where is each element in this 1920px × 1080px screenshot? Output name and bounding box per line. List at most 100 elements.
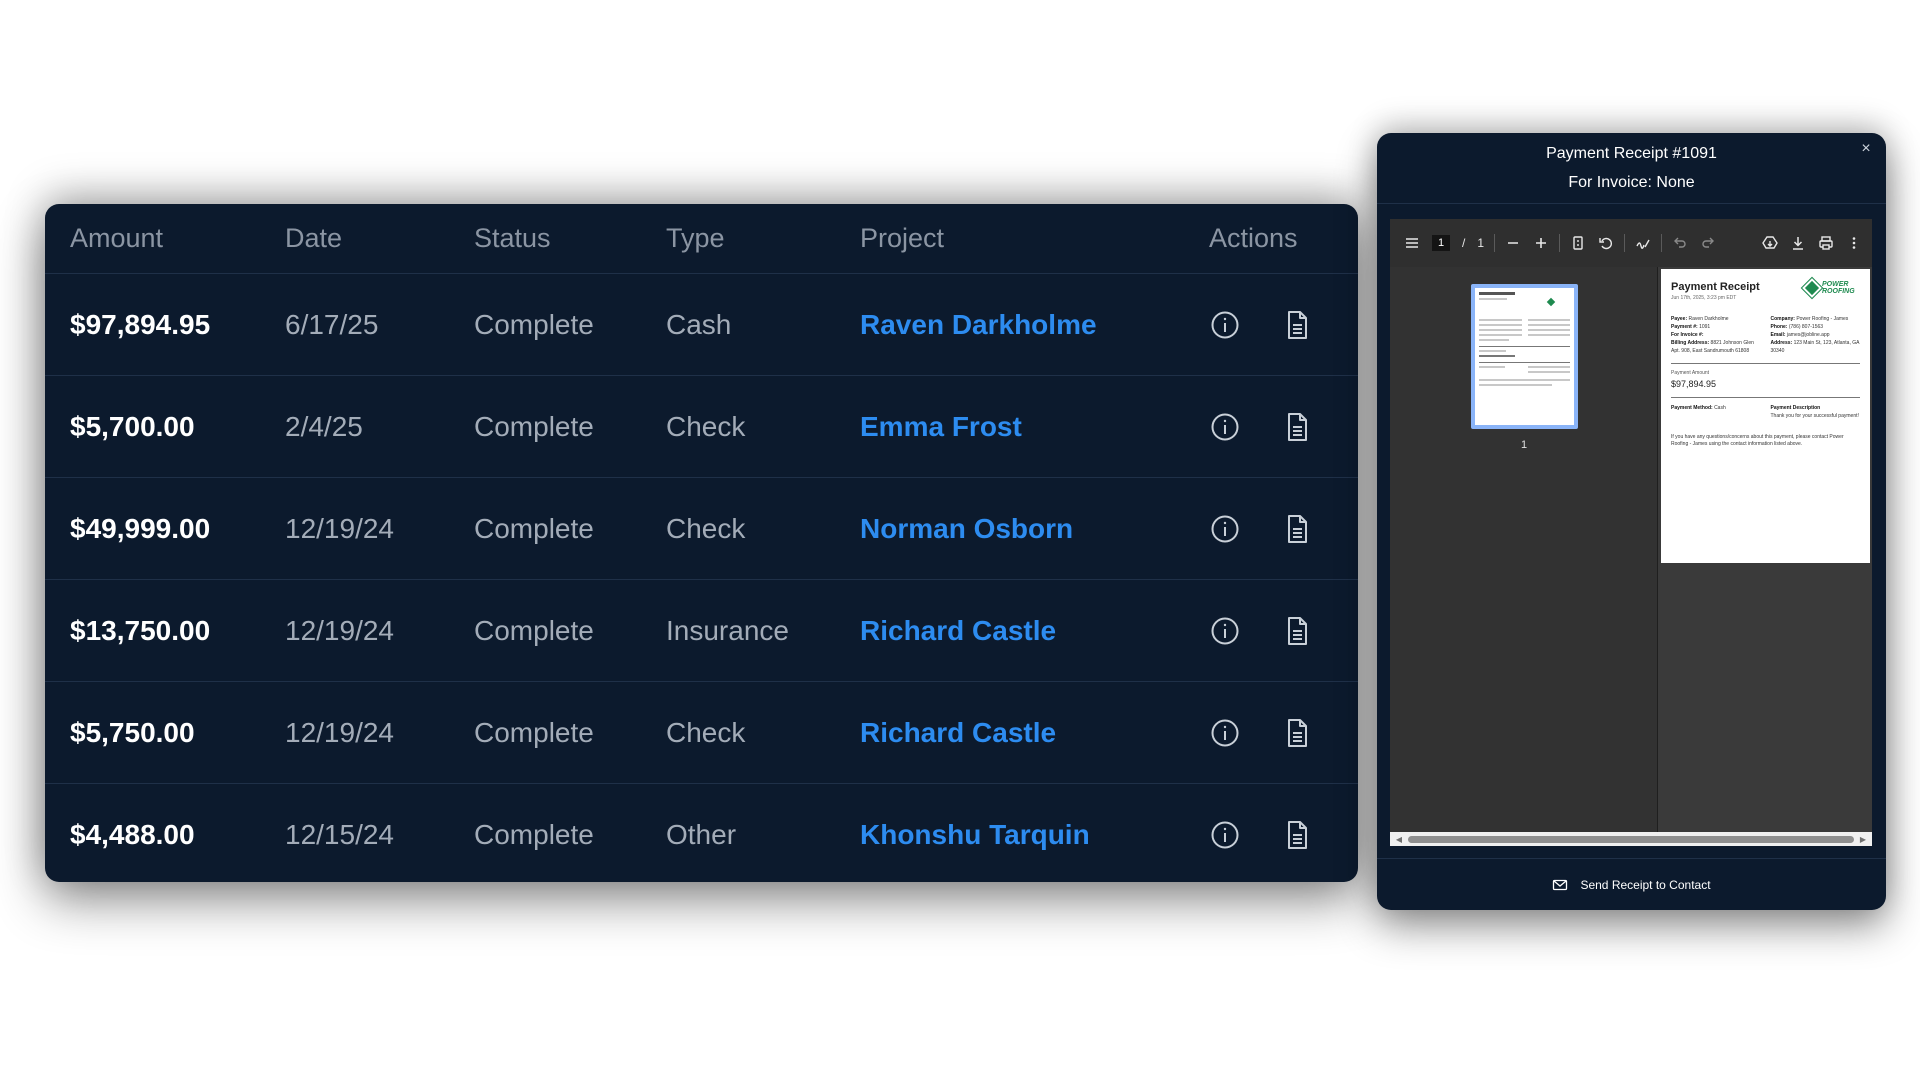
document-icon[interactable]	[1281, 411, 1313, 443]
header-type[interactable]: Type	[641, 223, 835, 254]
amount-cell: $13,750.00	[70, 614, 211, 646]
divider	[1671, 363, 1860, 364]
document-icon[interactable]	[1281, 309, 1313, 341]
email-value: james@jobline.app	[1786, 332, 1830, 338]
modal-subtitle: For Invoice: None	[1568, 173, 1695, 191]
horizontal-scrollbar[interactable]: ◀ ▶	[1390, 832, 1872, 846]
document-icon[interactable]	[1281, 819, 1313, 851]
logo-text: POWER ROOFING	[1822, 281, 1855, 295]
scrollbar-thumb[interactable]	[1408, 835, 1854, 843]
phone-value: (786) 807-1563	[1788, 324, 1824, 330]
info-icon[interactable]	[1209, 513, 1241, 545]
fit-page-icon[interactable]	[1570, 235, 1586, 251]
send-receipt-button[interactable]: Send Receipt to Contact	[1377, 858, 1886, 910]
header-status[interactable]: Status	[449, 223, 641, 254]
table-row: $49,999.00 12/19/24 Complete Check Norman Os…	[45, 478, 1358, 580]
send-receipt-label: Send Receipt to Contact	[1580, 877, 1711, 892]
print-icon[interactable]	[1818, 235, 1834, 251]
receipt-page: Payment Receipt Jun 17th, 2025, 3:23 pm …	[1661, 269, 1870, 563]
menu-icon[interactable]	[1404, 235, 1420, 251]
row-actions	[1150, 717, 1358, 749]
document-pane: Payment Receipt Jun 17th, 2025, 3:23 pm …	[1658, 267, 1872, 832]
amount-cell: $5,700.00	[70, 410, 195, 442]
type-cell: Other	[666, 819, 737, 850]
amount-cell: $97,894.95	[70, 308, 211, 340]
project-link[interactable]: Richard Castle	[835, 717, 1150, 749]
email-label: Email:	[1770, 332, 1786, 338]
info-icon[interactable]	[1209, 819, 1241, 851]
amount-value: $97,894.95	[1671, 379, 1717, 389]
header-actions: Actions	[1209, 223, 1298, 253]
close-icon[interactable]: ×	[1858, 141, 1874, 157]
date-cell: 12/15/24	[285, 819, 394, 850]
rotate-icon[interactable]	[1598, 235, 1614, 251]
annotate-icon[interactable]	[1635, 235, 1651, 251]
status-cell: Complete	[474, 819, 594, 850]
phone-label: Phone:	[1770, 324, 1788, 330]
header-project[interactable]: Project	[835, 223, 1150, 254]
undo-icon[interactable]	[1672, 235, 1688, 251]
project-link[interactable]: Raven Darkholme	[835, 309, 1150, 341]
receipt-details: Payee: Raven Darkholme Payment #: 1091 F…	[1671, 315, 1860, 355]
table-row: $97,894.95 6/17/25 Complete Cash Raven Darkh…	[45, 274, 1358, 376]
info-icon[interactable]	[1209, 717, 1241, 749]
type-cell: Cash	[666, 308, 732, 340]
viewer-body: 1 Payment Receipt Jun 17th, 2025, 3:23 p…	[1390, 267, 1872, 832]
company-logo: POWER ROOFING	[1800, 276, 1860, 300]
page-separator: /	[1462, 236, 1466, 250]
zoom-out-icon[interactable]	[1505, 235, 1521, 251]
payment-number-label: Payment #:	[1671, 324, 1698, 330]
type-cell: Check	[666, 716, 746, 748]
project-link[interactable]: Norman Osborn	[835, 513, 1150, 545]
zoom-in-icon[interactable]	[1533, 235, 1549, 251]
scroll-right-icon[interactable]: ▶	[1858, 835, 1868, 844]
amount-label: Payment Amount	[1671, 370, 1710, 376]
date-cell: 2/4/25	[285, 410, 363, 442]
table-row: $4,488.00 12/15/24 Complete Other Khonshu Ta…	[45, 784, 1358, 882]
download-icon[interactable]	[1790, 235, 1806, 251]
amount-cell: $4,488.00	[70, 819, 195, 850]
status-cell: Complete	[474, 614, 594, 646]
pdf-toolbar: 1 / 1	[1390, 219, 1872, 267]
table-header: Amount Date Status Type Project Actions	[45, 204, 1358, 274]
payment-number-value: 1091	[1699, 324, 1711, 330]
type-cell: Check	[666, 512, 746, 544]
document-icon[interactable]	[1281, 717, 1313, 749]
thumbnail-pane: 1	[1390, 267, 1658, 832]
header-date[interactable]: Date	[260, 223, 449, 254]
more-options-icon[interactable]	[1846, 235, 1862, 251]
receipt-footer-note: If you have any questions/concerns about…	[1671, 434, 1844, 447]
page-thumbnail[interactable]	[1471, 284, 1578, 429]
info-icon[interactable]	[1209, 309, 1241, 341]
date-cell: 6/17/25	[285, 308, 379, 340]
pdf-viewer: 1 / 1 1 Payment Receipt Jun 17th, 2025, …	[1390, 219, 1872, 846]
page-number-input[interactable]: 1	[1432, 235, 1450, 251]
mail-icon	[1553, 879, 1568, 890]
row-actions	[1150, 309, 1358, 341]
date-cell: 12/19/24	[285, 512, 394, 544]
status-cell: Complete	[474, 410, 594, 442]
company-label: Company:	[1770, 316, 1795, 322]
info-icon[interactable]	[1209, 615, 1241, 647]
method-label: Payment Method:	[1671, 405, 1713, 411]
info-icon[interactable]	[1209, 411, 1241, 443]
payee-value: Raven Darkholme	[1688, 316, 1729, 322]
document-icon[interactable]	[1281, 615, 1313, 647]
project-link[interactable]: Khonshu Tarquin	[835, 819, 1150, 851]
redo-icon[interactable]	[1700, 235, 1716, 251]
invoice-label: For Invoice #:	[1671, 332, 1704, 338]
document-icon[interactable]	[1281, 513, 1313, 545]
project-link[interactable]: Richard Castle	[835, 615, 1150, 647]
amount-cell: $49,999.00	[70, 512, 211, 544]
project-link[interactable]: Emma Frost	[835, 411, 1150, 443]
description-label: Payment Description	[1770, 405, 1821, 411]
header-amount[interactable]: Amount	[45, 223, 260, 254]
scroll-left-icon[interactable]: ◀	[1394, 835, 1404, 844]
method-value: Cash	[1714, 405, 1726, 411]
logo-icon	[1800, 276, 1824, 300]
modal-title: Payment Receipt #1091	[1546, 144, 1717, 162]
table-row: $13,750.00 12/19/24 Complete Insurance Richa…	[45, 580, 1358, 682]
type-cell: Check	[666, 410, 746, 442]
drive-save-icon[interactable]	[1762, 235, 1778, 251]
row-actions	[1150, 513, 1358, 545]
